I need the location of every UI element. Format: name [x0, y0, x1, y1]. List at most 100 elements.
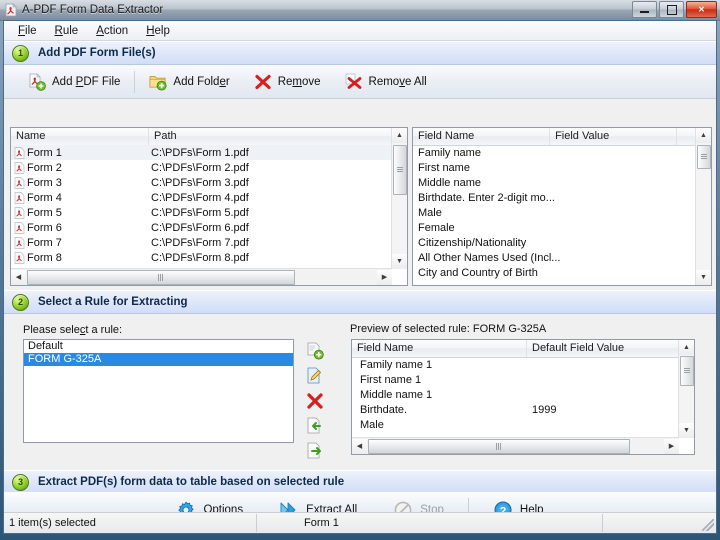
add-pdf-file-button[interactable]: Add PDF File — [16, 68, 132, 95]
cell-path: C:\PDFs\Form 7.pdf — [151, 236, 249, 249]
hscroll-thumb[interactable] — [368, 438, 630, 454]
table-row[interactable]: Form 5 C:\PDFs\Form 5.pdf — [11, 205, 392, 220]
vscroll-thumb[interactable] — [680, 356, 694, 386]
scroll-right-arrow[interactable]: ▶ — [377, 269, 392, 285]
rule-list[interactable]: Default FORM G-325A — [23, 339, 294, 443]
column-header-preview-default-value[interactable]: Default Field Value — [527, 340, 679, 357]
column-header-path[interactable]: Path — [149, 128, 394, 145]
column-header-field-name[interactable]: Field Name — [413, 128, 551, 145]
hscroll-thumb[interactable] — [27, 269, 295, 285]
client-area: FFileile Rule Action Help 1 Add PDF Form… — [3, 20, 717, 534]
step3-header: 3 Extract PDF(s) form data to table base… — [4, 470, 716, 494]
step1-title: Add PDF Form File(s) — [38, 47, 156, 59]
scroll-down-arrow[interactable]: ▼ — [679, 423, 694, 438]
preview-hscrollbar[interactable]: ◀ ▶ — [352, 437, 679, 454]
remove-all-button[interactable]: Remove All — [333, 68, 439, 95]
table-row[interactable]: Form 8 C:\PDFs\Form 8.pdf — [11, 250, 392, 265]
table-row[interactable]: First name 1 — [352, 372, 679, 387]
table-row[interactable]: Form 4 C:\PDFs\Form 4.pdf — [11, 190, 392, 205]
cell-name: Form 1 — [27, 146, 62, 159]
cell-field-name: First name — [418, 161, 470, 174]
cell-field-name: Birthdate. Enter 2-digit mo... — [418, 191, 555, 204]
rule-item-form-g325a[interactable]: FORM G-325A — [24, 353, 293, 366]
menu-rule[interactable]: Rule — [47, 23, 87, 39]
table-row[interactable]: Male — [352, 417, 679, 432]
table-row[interactable]: Birthdate. Enter 2-digit mo... — [413, 190, 696, 205]
table-row[interactable]: First name — [413, 160, 696, 175]
remove-button[interactable]: Remove — [242, 68, 333, 95]
scroll-left-arrow[interactable]: ◀ — [352, 438, 367, 454]
scroll-left-arrow[interactable]: ◀ — [11, 269, 26, 285]
preview-body: Family name 1 First name 1 Middle name 1… — [352, 357, 679, 438]
table-row[interactable]: Form 7 C:\PDFs\Form 7.pdf — [11, 235, 392, 250]
menu-file[interactable]: FFileile — [10, 23, 45, 39]
rule-preview-list[interactable]: Field Name Default Field Value Family na… — [351, 339, 695, 455]
table-row[interactable]: Citizenship/Nationality — [413, 235, 696, 250]
import-rule-icon[interactable] — [306, 417, 324, 435]
table-row[interactable]: Form 3 C:\PDFs\Form 3.pdf — [11, 175, 392, 190]
file-list-header: Name Path — [11, 128, 407, 146]
pdf-file-list[interactable]: Name Path Form 1 C:\PDFs\Form 1.pdf Form… — [10, 127, 408, 286]
cell-path: C:\PDFs\Form 2.pdf — [151, 161, 249, 174]
table-row[interactable]: Middle name — [413, 175, 696, 190]
pdf-row-icon — [14, 146, 25, 159]
table-row[interactable]: Form 2 C:\PDFs\Form 2.pdf — [11, 160, 392, 175]
remove-label: Remove — [277, 75, 321, 88]
toolbar-separator — [134, 70, 136, 93]
cell-path: C:\PDFs\Form 6.pdf — [151, 221, 249, 234]
table-row[interactable]: Male — [413, 205, 696, 220]
export-rule-icon[interactable] — [306, 442, 324, 460]
cell-field-name: Male — [418, 206, 442, 219]
vscroll-thumb[interactable] — [393, 145, 407, 195]
file-list-vscrollbar[interactable]: ▲ ▼ — [391, 128, 407, 269]
rule-item-default[interactable]: Default — [24, 340, 293, 353]
column-header-name[interactable]: Name — [11, 128, 149, 145]
minimize-button[interactable] — [632, 1, 657, 18]
table-row[interactable]: Form 1 C:\PDFs\Form 1.pdf — [11, 145, 392, 160]
scroll-right-arrow[interactable]: ▶ — [664, 438, 679, 454]
table-row[interactable]: All Other Names Used (Incl... — [413, 250, 696, 265]
table-row[interactable]: Birthdate. 1999 — [352, 402, 679, 417]
cell-name: Form 7 — [27, 236, 62, 249]
add-folder-button[interactable]: Add Folder — [137, 68, 241, 95]
close-button[interactable]: ✕ — [686, 1, 717, 18]
maximize-button[interactable] — [659, 1, 684, 18]
new-rule-icon[interactable] — [306, 342, 324, 360]
vscroll-thumb[interactable] — [697, 145, 711, 169]
delete-rule-icon[interactable] — [306, 392, 324, 410]
status-bar: 1 item(s) selected Form 1 — [4, 512, 716, 533]
form-field-list[interactable]: Field Name Field Value Family name First… — [412, 127, 712, 286]
cell-field-name: City and Country of Birth — [418, 266, 538, 279]
table-row[interactable]: Female — [413, 220, 696, 235]
cell-field-name: Birthdate. — [360, 403, 408, 416]
step3-number: 3 — [12, 473, 29, 491]
scroll-up-arrow[interactable]: ▲ — [679, 340, 694, 355]
pdf-row-icon — [14, 191, 25, 204]
column-header-preview-field-name[interactable]: Field Name — [352, 340, 527, 357]
file-list-hscrollbar[interactable]: ◀ ▶ — [11, 268, 392, 285]
field-list-vscrollbar[interactable]: ▲ ▼ — [695, 128, 711, 285]
pdf-row-icon — [14, 161, 25, 174]
window-title: A-PDF Form Data Extractor — [22, 4, 164, 16]
edit-rule-icon[interactable] — [306, 367, 324, 385]
table-row[interactable]: Form 6 C:\PDFs\Form 6.pdf — [11, 220, 392, 235]
table-row[interactable]: Middle name 1 — [352, 387, 679, 402]
scroll-down-arrow[interactable]: ▼ — [392, 254, 407, 269]
table-row[interactable]: Family name 1 — [352, 357, 679, 372]
menu-help[interactable]: Help — [138, 23, 178, 39]
preview-header: Field Name Default Field Value — [352, 340, 694, 358]
table-row[interactable]: City and Country of Birth — [413, 265, 696, 280]
pdf-row-icon — [14, 206, 25, 219]
scroll-up-arrow[interactable]: ▲ — [392, 128, 407, 143]
preview-vscrollbar[interactable]: ▲ ▼ — [678, 340, 694, 438]
cell-name: Form 6 — [27, 221, 62, 234]
cell-path: C:\PDFs\Form 1.pdf — [151, 146, 249, 159]
column-header-field-value[interactable]: Field Value — [550, 128, 678, 145]
table-row[interactable]: Family name — [413, 145, 696, 160]
scroll-up-arrow[interactable]: ▲ — [696, 128, 711, 143]
resize-grip[interactable] — [702, 519, 714, 531]
application-window: A-PDF Form Data Extractor ✕ FFileile Rul… — [0, 0, 720, 540]
menu-action[interactable]: Action — [88, 23, 136, 39]
scroll-down-arrow[interactable]: ▼ — [696, 270, 711, 285]
cell-field-name: All Other Names Used (Incl... — [418, 251, 561, 264]
